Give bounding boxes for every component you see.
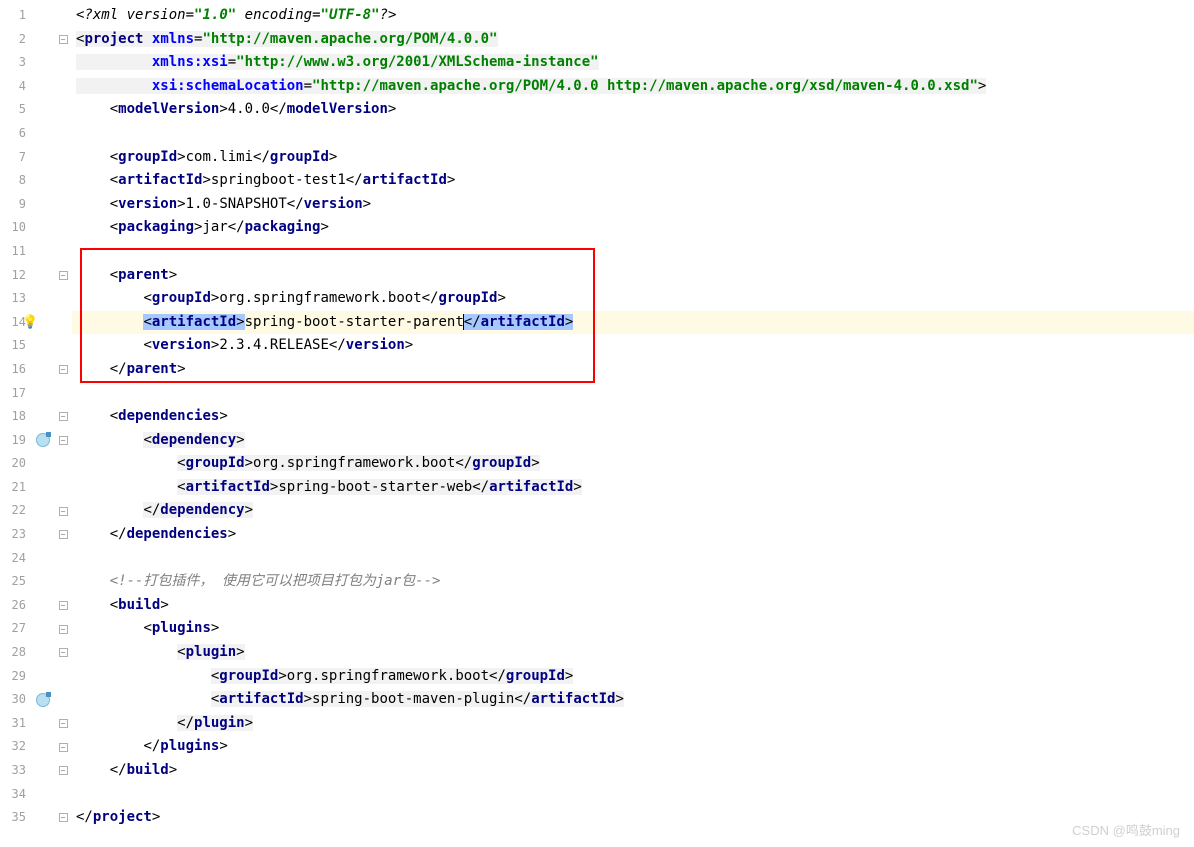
code-line[interactable]: <artifactId>spring-boot-starter-web</art… xyxy=(72,476,1194,500)
fold-toggle-icon[interactable]: − xyxy=(59,719,68,728)
code-line[interactable]: <version>2.3.4.RELEASE</version> xyxy=(72,334,1194,358)
code-content[interactable]: <?xml version="1.0" encoding="UTF-8"?> <… xyxy=(72,0,1194,847)
fold-toggle-icon[interactable]: − xyxy=(59,412,68,421)
fold-toggle-icon[interactable]: − xyxy=(59,436,68,445)
fold-gutter: − − − − − − − − − − − − − − xyxy=(54,0,72,847)
code-line[interactable] xyxy=(72,547,1194,571)
fold-toggle-icon[interactable]: − xyxy=(59,271,68,280)
fold-toggle-icon[interactable]: − xyxy=(59,507,68,516)
code-line[interactable]: <groupId>com.limi</groupId> xyxy=(72,146,1194,170)
code-line-current[interactable]: 💡 <artifactId>spring-boot-starter-parent… xyxy=(72,311,1194,335)
code-line[interactable]: <artifactId>springboot-test1</artifactId… xyxy=(72,169,1194,193)
lightbulb-icon[interactable]: 💡 xyxy=(22,311,38,335)
code-editor[interactable]: 1 2 3 4 5 6 7 8 9 10 11 12 13 14 15 16 1… xyxy=(0,0,1194,847)
code-line[interactable]: </dependencies> xyxy=(72,523,1194,547)
code-line[interactable]: <plugin> xyxy=(72,641,1194,665)
code-line[interactable]: <?xml version="1.0" encoding="UTF-8"?> xyxy=(72,4,1194,28)
fold-toggle-icon[interactable]: − xyxy=(59,648,68,657)
line-number-gutter: 1 2 3 4 5 6 7 8 9 10 11 12 13 14 15 16 1… xyxy=(0,0,32,847)
code-line[interactable]: xsi:schemaLocation="http://maven.apache.… xyxy=(72,75,1194,99)
code-line[interactable]: <artifactId>spring-boot-maven-plugin</ar… xyxy=(72,688,1194,712)
maven-dependency-icon[interactable] xyxy=(36,433,50,447)
code-line[interactable]: <build> xyxy=(72,594,1194,618)
code-line[interactable]: xmlns:xsi="http://www.w3.org/2001/XMLSch… xyxy=(72,51,1194,75)
code-line[interactable] xyxy=(72,382,1194,406)
code-line[interactable]: <version>1.0-SNAPSHOT</version> xyxy=(72,193,1194,217)
code-line[interactable]: </plugins> xyxy=(72,735,1194,759)
fold-toggle-icon[interactable]: − xyxy=(59,35,68,44)
code-line[interactable]: <modelVersion>4.0.0</modelVersion> xyxy=(72,98,1194,122)
code-line[interactable]: </plugin> xyxy=(72,712,1194,736)
code-line[interactable]: <project xmlns="http://maven.apache.org/… xyxy=(72,28,1194,52)
code-line[interactable]: <parent> xyxy=(72,264,1194,288)
code-line[interactable]: <dependencies> xyxy=(72,405,1194,429)
code-line[interactable]: <groupId>org.springframework.boot</group… xyxy=(72,287,1194,311)
code-line[interactable]: <groupId>org.springframework.boot</group… xyxy=(72,452,1194,476)
fold-toggle-icon[interactable]: − xyxy=(59,625,68,634)
fold-toggle-icon[interactable]: − xyxy=(59,365,68,374)
fold-toggle-icon[interactable]: − xyxy=(59,530,68,539)
code-line[interactable]: </project> xyxy=(72,806,1194,830)
code-line[interactable] xyxy=(72,240,1194,264)
code-line[interactable]: <!--打包插件， 使用它可以把项目打包为jar包--> xyxy=(72,570,1194,594)
code-line[interactable]: <plugins> xyxy=(72,617,1194,641)
code-line[interactable]: <dependency> xyxy=(72,429,1194,453)
code-line[interactable]: </build> xyxy=(72,759,1194,783)
code-line[interactable]: </parent> xyxy=(72,358,1194,382)
icon-gutter xyxy=(32,0,54,847)
fold-toggle-icon[interactable]: − xyxy=(59,766,68,775)
maven-dependency-icon[interactable] xyxy=(36,693,50,707)
code-line[interactable] xyxy=(72,783,1194,807)
fold-toggle-icon[interactable]: − xyxy=(59,743,68,752)
code-line[interactable]: <groupId>org.springframework.boot</group… xyxy=(72,665,1194,689)
code-line[interactable]: <packaging>jar</packaging> xyxy=(72,216,1194,240)
fold-toggle-icon[interactable]: − xyxy=(59,601,68,610)
fold-toggle-icon[interactable]: − xyxy=(59,813,68,822)
code-line[interactable]: </dependency> xyxy=(72,499,1194,523)
code-line[interactable] xyxy=(72,122,1194,146)
watermark-text: CSDN @鸣鼓ming xyxy=(1072,820,1180,839)
